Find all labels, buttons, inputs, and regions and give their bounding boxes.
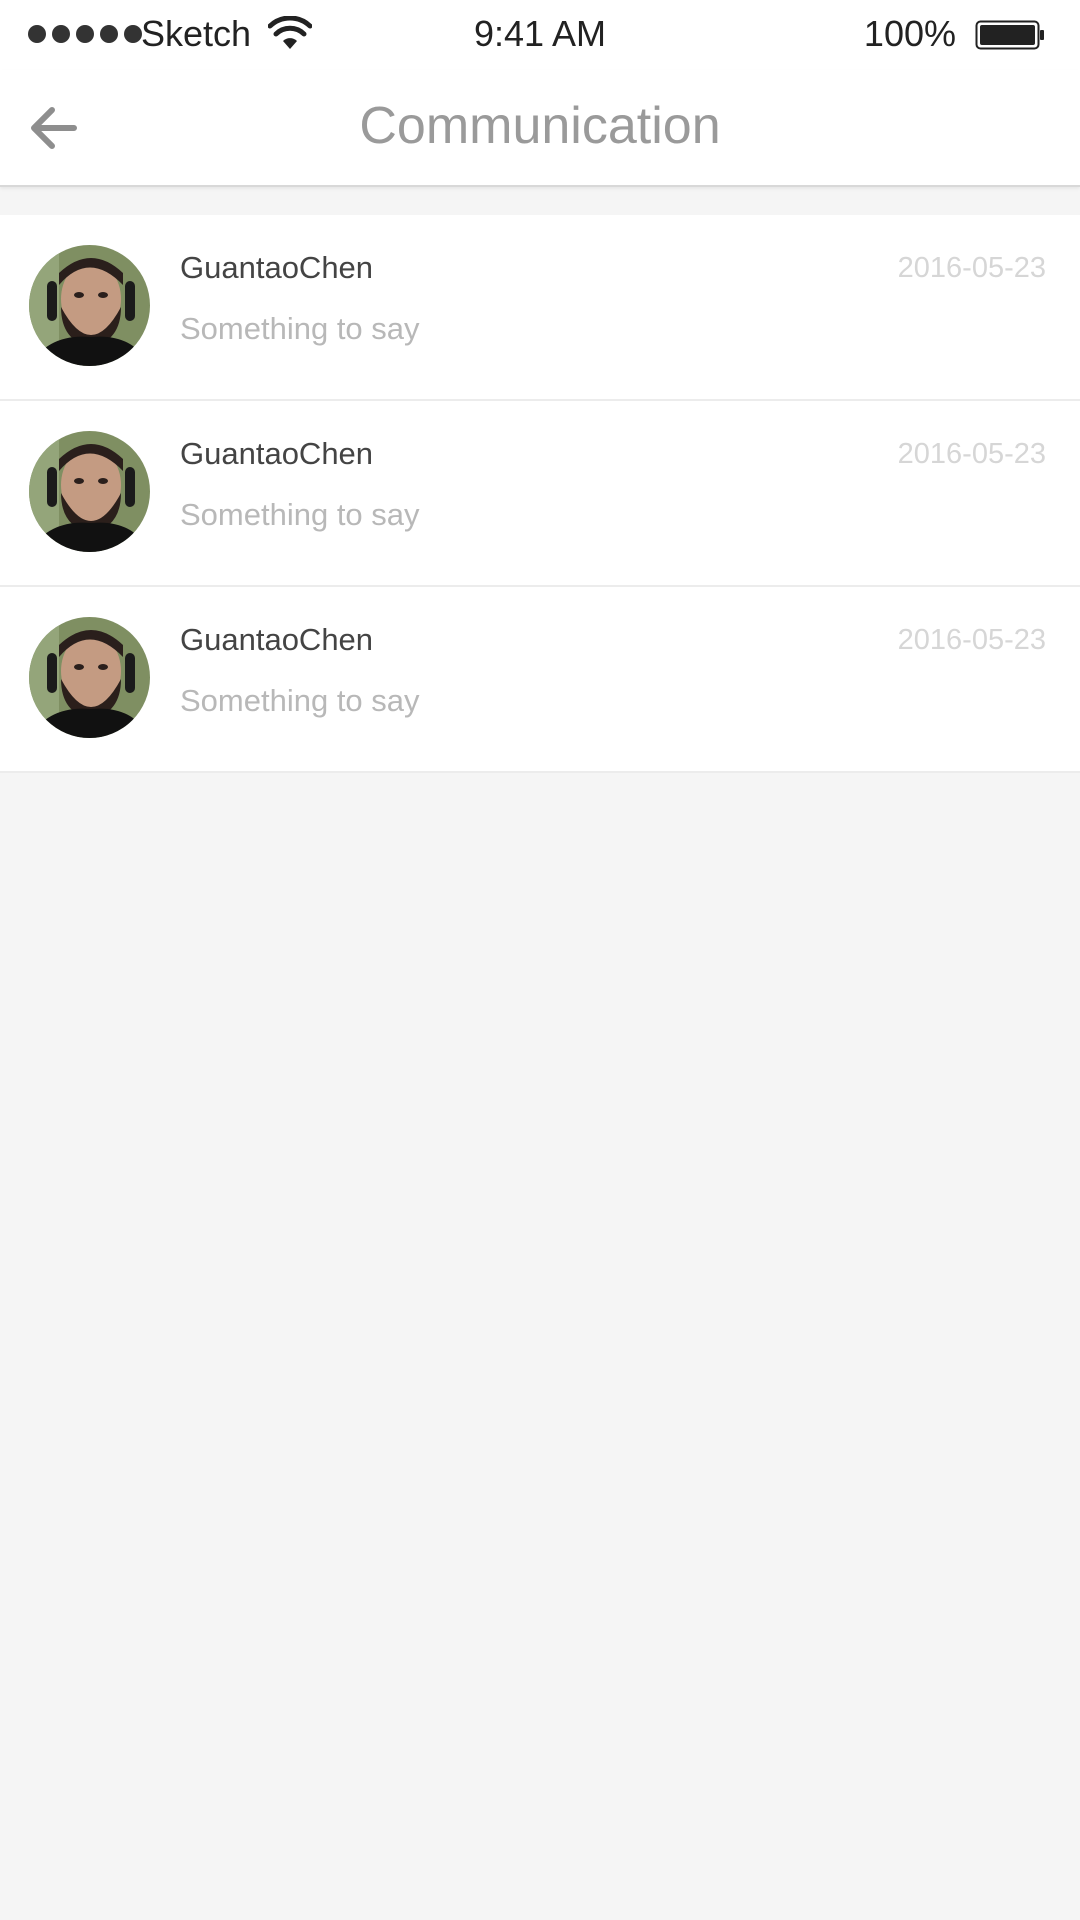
page-title: Communication bbox=[359, 97, 721, 155]
message-preview: Something to say bbox=[180, 311, 420, 346]
sender-name: GuantaoChen bbox=[180, 622, 374, 657]
avatar bbox=[29, 617, 150, 738]
sender-name: GuantaoChen bbox=[180, 436, 374, 471]
status-bar: Sketch 9:41 AM 100% bbox=[0, 0, 1080, 70]
conversation-item[interactable]: GuantaoChen Something to say 2016-05-23 bbox=[0, 587, 1080, 773]
message-date: 2016-05-23 bbox=[897, 252, 1046, 284]
battery-percent: 100% bbox=[863, 13, 956, 54]
conversation-item[interactable]: GuantaoChen Something to say 2016-05-23 bbox=[0, 215, 1080, 401]
header: Communication bbox=[0, 70, 1080, 187]
message-preview: Something to say bbox=[180, 683, 420, 718]
battery-icon bbox=[975, 20, 1044, 50]
sender-name: GuantaoChen bbox=[180, 250, 374, 285]
message-preview: Something to say bbox=[180, 497, 420, 532]
avatar bbox=[29, 245, 150, 366]
conversation-item[interactable]: GuantaoChen Something to say 2016-05-23 bbox=[0, 401, 1080, 587]
avatar bbox=[29, 431, 150, 552]
message-date: 2016-05-23 bbox=[897, 438, 1046, 470]
message-date: 2016-05-23 bbox=[897, 624, 1046, 656]
conversation-list: GuantaoChen Something to say 2016-05-23 … bbox=[0, 215, 1080, 773]
